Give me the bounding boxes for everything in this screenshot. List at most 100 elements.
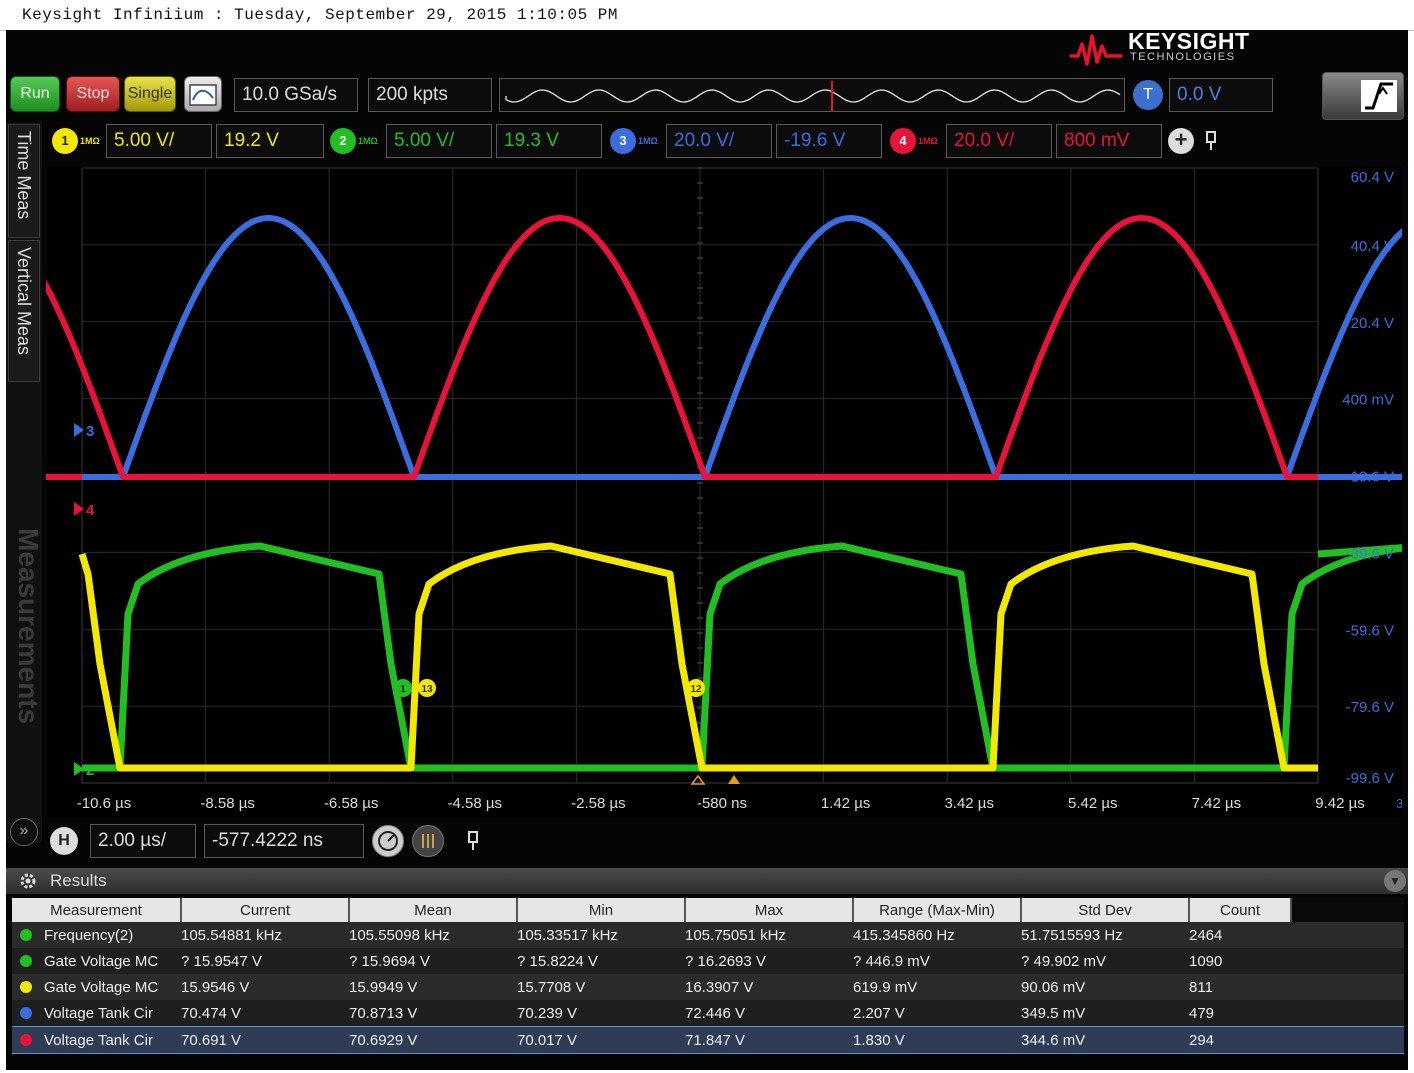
channel-1-badge[interactable]: 1 [52,128,78,154]
measurement-name: Frequency(2) [44,926,134,944]
cell-current: 15.9546 V [181,978,250,996]
table-row[interactable]: Gate Voltage MC ? 15.9547 V ? 15.9694 V ? 1… [12,948,1404,974]
horizontal-controls: H 2.00 µs/ -577.4222 ns [46,820,490,864]
cell-std: 344.6 mV [1021,1026,1189,1054]
col-count[interactable]: Count [1189,898,1292,922]
window-titlebar: Keysight Infiniium : Tuesday, September … [0,0,1414,31]
horizontal-pin-icon[interactable] [464,830,482,857]
scope-app: KEYSIGHT TECHNOLOGIES Run Stop Single 10… [6,30,1408,1070]
channel-1-offset[interactable]: 19.2 V [216,124,324,158]
measurement-name: Gate Voltage MC [44,978,159,996]
cell-count: 2464 [1189,926,1223,944]
col-range[interactable]: Range (Max-Min) [853,898,1022,922]
cell-max: 105.75051 kHz [685,926,786,944]
collapse-icon[interactable]: ▼ [1384,870,1406,892]
cell-std: 51.7515593 Hz [1021,926,1123,944]
table-row[interactable]: Frequency(2) 105.54881 kHz 105.55098 kHz 10… [12,922,1404,948]
horizontal-scale-field[interactable]: 2.00 µs/ [90,824,196,858]
channel-dot-icon [20,980,32,993]
tab-vertical-meas[interactable]: Vertical Meas [8,240,40,382]
trigger-setup-button[interactable] [1322,72,1404,120]
channel-3-scale[interactable]: 20.0 V/ [666,124,772,158]
measurement-name-cell: Frequency(2) [12,922,181,948]
results-title: Results [50,871,107,890]
sample-rate-field[interactable]: 10.0 GSa/s [234,78,358,112]
add-channel-button[interactable]: + [1168,128,1194,154]
col-max[interactable]: Max [685,898,854,922]
measurement-name-cell: Gate Voltage MC [12,974,181,1000]
waveform-display[interactable]: 60.4 V 40.4 V 20.4 V 400 mV -19.6 V -39.6 V -5… [6,166,1408,818]
cell-std: 90.06 mV [1021,978,1086,996]
cell-min: 70.017 V [517,1026,685,1054]
window-title: Keysight Infiniium : Tuesday, September … [22,6,618,24]
col-min[interactable]: Min [517,898,686,922]
channel-4-offset[interactable]: 800 mV [1056,124,1162,158]
channel-3-badge[interactable]: 3 [610,128,636,154]
channel-4-scale[interactable]: 20.0 V/ [946,124,1052,158]
single-button[interactable]: Single [124,76,176,112]
col-current[interactable]: Current [181,898,350,922]
stop-button[interactable]: Stop [66,76,120,112]
cell-current: 105.54881 kHz [181,926,282,944]
col-measurement[interactable]: Measurement [12,898,182,922]
y-tick-label: -79.6 V [1346,699,1394,716]
tab-time-meas[interactable]: Time Meas [8,124,40,238]
acquisition-icon [189,84,217,106]
cell-mean: 105.55098 kHz [349,926,450,944]
col-mean[interactable]: Mean [349,898,518,922]
pin-icon[interactable] [1202,130,1220,152]
horizontal-badge[interactable]: H [50,827,78,855]
x-tick-label: 7.42 µs [1192,795,1242,812]
keysight-logo: KEYSIGHT TECHNOLOGIES [1068,30,1288,70]
cell-std: ? 49.902 mV [1021,952,1107,970]
cell-mean: ? 15.9694 V [349,952,430,970]
channel-dot-icon [20,1033,32,1046]
channel-3-offset[interactable]: -19.6 V [776,124,882,158]
trigger-badge[interactable]: T [1133,80,1163,110]
brand-sub: TECHNOLOGIES [1130,51,1236,63]
channel-1-scale[interactable]: 5.00 V/ [106,124,212,158]
cell-range: 619.9 mV [853,978,918,996]
cell-min: ? 15.8224 V [517,952,598,970]
zoom-icon[interactable] [412,825,444,857]
cell-range: ? 446.9 mV [853,952,930,970]
channel-2-offset[interactable]: 19.3 V [496,124,602,158]
x-tick-label: -8.58 µs [200,795,255,812]
run-button[interactable]: Run [10,76,60,112]
table-row[interactable]: Voltage Tank Cir 70.691 V 70.6929 V 70.017 … [12,1026,1404,1054]
channel-3-marker-label: 3 [86,423,94,440]
channel-2-scale[interactable]: 5.00 V/ [386,124,492,158]
measurement-marker-label: 12 [690,684,702,695]
tab-measurements[interactable]: Measurements [8,522,44,762]
gear-icon[interactable] [18,871,38,891]
channel-2-impedance: 1MΩ [358,136,378,146]
expand-icon[interactable]: » [10,818,38,846]
y-tick-label: 20.4 V [1351,315,1394,332]
channel-2-badge[interactable]: 2 [330,128,356,154]
col-std-dev[interactable]: Std Dev [1021,898,1190,922]
x-tick-label: -6.58 µs [324,795,379,812]
trigger-level-field[interactable]: 0.0 V [1169,78,1273,112]
x-tick-label: -10.6 µs [77,795,132,812]
cell-min: 70.239 V [517,1004,578,1022]
delay-knob-icon[interactable] [372,825,404,857]
cell-current: 70.691 V [181,1026,349,1054]
y-tick-label: -59.6 V [1346,622,1394,639]
horizontal-position-field[interactable]: -577.4222 ns [204,824,364,858]
measurement-name-cell: Gate Voltage MC [12,948,181,974]
results-header[interactable]: Results ▼ [6,868,1408,894]
measurement-marker-label: 1 [400,684,406,695]
cell-max: 71.847 V [685,1026,853,1054]
cell-std: 349.5 mV [1021,1004,1086,1022]
y-tick-label: 400 mV [1342,392,1394,409]
channel-dot-icon [20,928,32,941]
waveform-canvas[interactable]: 60.4 V 40.4 V 20.4 V 400 mV -19.6 V -39.6 V -5… [6,166,1408,818]
cell-range: 1.830 V [853,1026,1021,1054]
cell-mean: 15.9949 V [349,978,418,996]
memory-depth-field[interactable]: 200 kpts [368,78,492,112]
table-row[interactable]: Voltage Tank Cir 70.474 V 70.8713 V 70.239 … [12,1000,1404,1027]
acquisition-button[interactable] [184,76,222,112]
table-row[interactable]: Gate Voltage MC 15.9546 V 15.9949 V 15.7708… [12,974,1404,1000]
waveform-navigator[interactable] [499,78,1125,112]
channel-4-badge[interactable]: 4 [890,128,916,154]
